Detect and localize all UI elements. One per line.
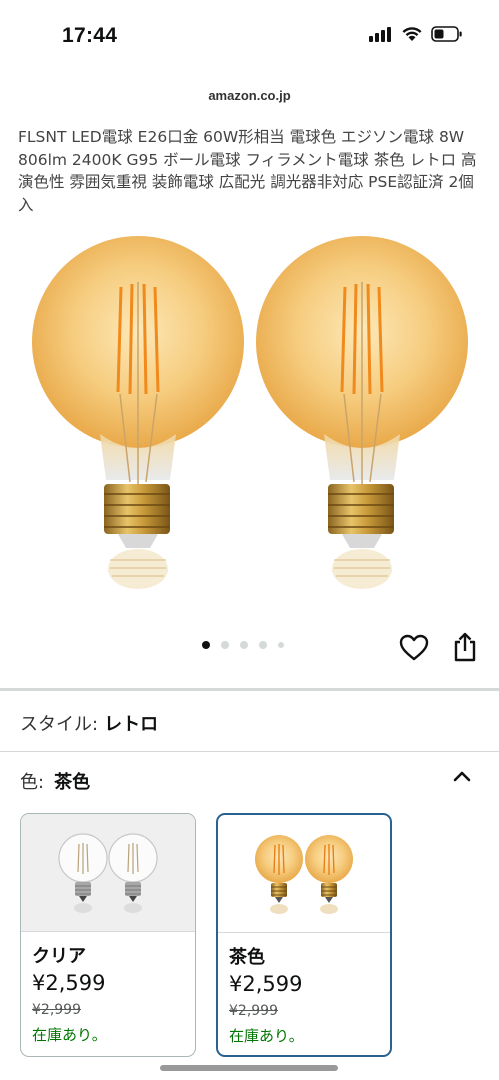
status-time: 17:44 <box>62 24 118 47</box>
pagination-dot-2[interactable] <box>221 641 229 649</box>
wifi-icon <box>402 27 422 41</box>
product-image-gallery[interactable] <box>0 222 499 622</box>
style-value: レトロ <box>104 714 159 735</box>
color-label: 色: <box>20 772 45 793</box>
pagination-dot-4[interactable] <box>259 641 267 649</box>
pagination-dot-5[interactable] <box>278 642 284 648</box>
browser-domain: amazon.co.jp <box>208 88 291 103</box>
bulb-left <box>32 236 244 589</box>
swatch-image <box>218 815 390 933</box>
swatch-price: ¥2,599 <box>229 972 303 996</box>
share-icon[interactable] <box>451 631 479 663</box>
swatch-image <box>21 814 195 932</box>
clear-bulbs-thumbnail <box>58 832 158 913</box>
swatch-stock-status: 在庫あり。 <box>32 1026 107 1044</box>
swatch-name: 茶色 <box>229 947 265 968</box>
signal-icon <box>369 27 391 42</box>
swatch-price: ¥2,599 <box>32 971 106 995</box>
swatch-name: クリア <box>32 946 86 967</box>
product-image <box>32 236 468 589</box>
section-divider <box>0 688 499 691</box>
color-option-brown[interactable]: 茶色 ¥2,599 ¥2,999 在庫あり。 <box>216 813 392 1057</box>
home-indicator[interactable] <box>160 1065 338 1071</box>
heart-icon[interactable] <box>399 633 429 663</box>
chevron-up-icon[interactable] <box>450 764 474 788</box>
color-option-clear[interactable]: クリア ¥2,599 ¥2,999 在庫あり。 <box>20 813 196 1057</box>
image-pagination-dots[interactable] <box>202 641 284 649</box>
amber-bulbs-thumbnail <box>255 834 353 914</box>
swatch-stock-status: 在庫あり。 <box>229 1027 304 1045</box>
row-divider <box>0 751 499 752</box>
pagination-dot-3[interactable] <box>240 641 248 649</box>
battery-icon <box>431 26 462 42</box>
swatch-list-price: ¥2,999 <box>32 1002 81 1018</box>
status-icons <box>369 26 463 42</box>
pagination-dot-1[interactable] <box>202 641 210 649</box>
style-label: スタイル: <box>20 714 99 735</box>
swatch-list-price: ¥2,999 <box>229 1003 278 1019</box>
color-selector: 色: 茶色 <box>20 768 90 794</box>
status-bar: 17:44 <box>0 0 499 72</box>
color-value: 茶色 <box>54 772 91 793</box>
bulb-right <box>256 236 468 589</box>
style-selector: スタイル: レトロ <box>20 710 158 736</box>
product-title: FLSNT LED電球 E26口金 60W形相当 電球色 エジソン電球 8W 8… <box>18 128 477 214</box>
